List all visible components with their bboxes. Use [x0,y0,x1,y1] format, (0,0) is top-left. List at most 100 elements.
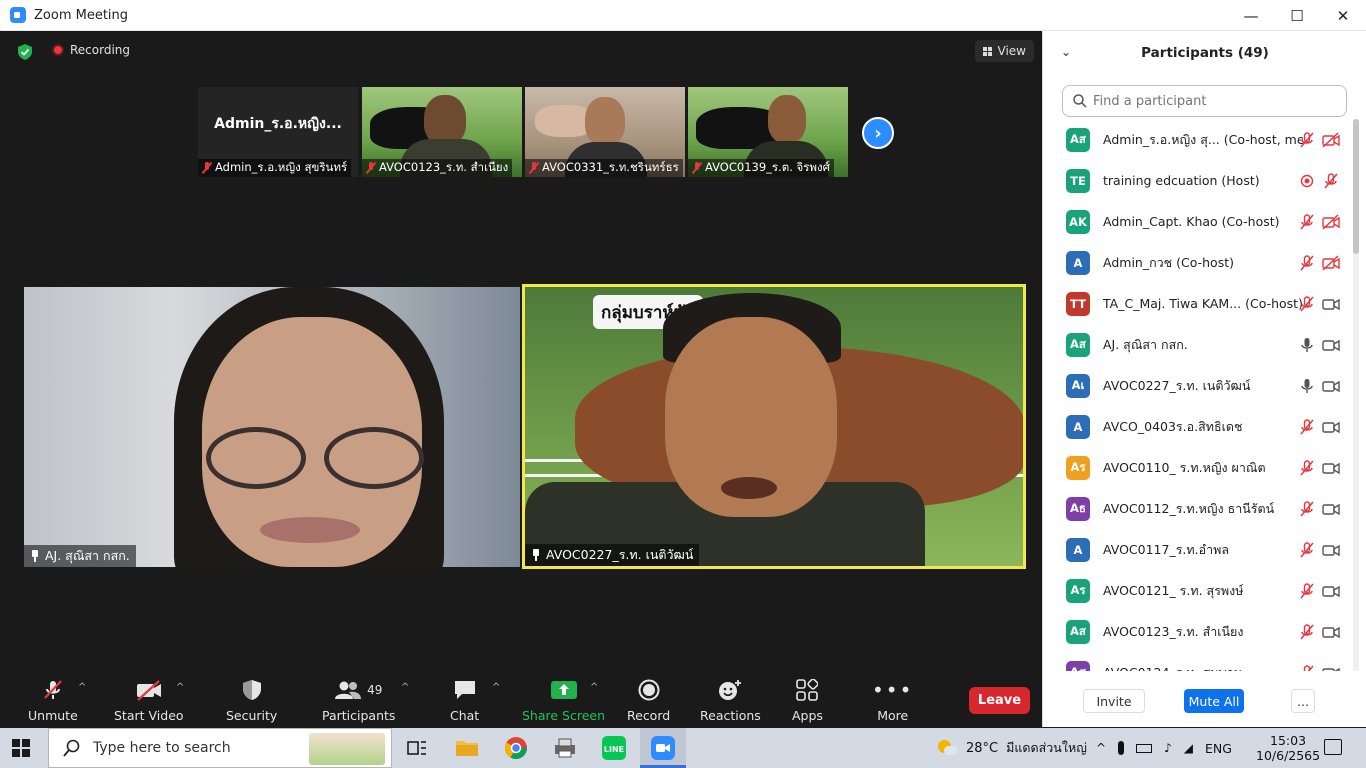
reactions-button[interactable]: Reactions [700,678,761,723]
muted-mic-icon[interactable] [1299,582,1315,599]
printer-app-icon[interactable] [552,736,578,760]
muted-mic-icon[interactable] [1299,623,1315,640]
participant-row[interactable]: Aเ AVOC0227_ร.ท. เนติวัฒน์ [1043,365,1355,406]
participant-row[interactable]: A Admin_กวช (Co-host) [1043,242,1355,283]
show-hidden-icons-caret-icon[interactable]: ^ [1096,741,1106,755]
chat-options-caret-icon[interactable]: ^ [492,682,500,693]
muted-mic-icon[interactable] [1299,295,1315,312]
volume-icon[interactable]: ♪ [1164,741,1172,755]
camera-icon[interactable] [1322,583,1340,599]
participant-avatar: Aส [1066,619,1090,644]
file-explorer-icon[interactable] [454,736,480,760]
participant-avatar: Aส [1066,332,1090,357]
encryption-shield-icon[interactable] [18,44,32,60]
participant-search-input[interactable] [1093,93,1333,109]
leave-button[interactable]: Leave [969,687,1030,714]
participant-avatar: AK [1066,209,1090,234]
chrome-icon[interactable] [503,736,529,760]
battery-icon[interactable] [1136,743,1153,753]
taskbar-clock[interactable]: 15:03 10/6/2565 [1256,728,1320,768]
line-app-icon[interactable]: LINE [601,736,627,760]
participant-row[interactable]: Aส AJ. สุณิสา กสก. [1043,324,1355,365]
muted-mic-icon[interactable] [1299,418,1315,435]
unmute-button[interactable]: Unmute [28,678,78,723]
muted-mic-icon[interactable] [1322,172,1340,189]
video-tile[interactable]: AJ. สุณิสา กสก. [24,287,520,567]
language-indicator[interactable]: ENG [1205,741,1232,756]
microphone-icon[interactable] [1118,741,1125,755]
participant-row[interactable]: Aร AVOC0121_ ร.ท. สุรพงษ์ [1043,570,1355,611]
camera-off-icon[interactable] [1322,213,1340,230]
collapse-chevron-icon[interactable]: ⌄ [1061,45,1071,59]
record-icon [638,678,660,702]
apps-button[interactable]: Apps [792,678,823,723]
camera-off-icon[interactable] [1322,254,1340,271]
participant-row[interactable]: Aส Admin_ร.อ.หญิง สุ... (Co-host, me) [1043,119,1355,160]
chat-button[interactable]: Chat [450,678,479,723]
zoom-taskbar-button[interactable] [640,728,686,768]
muted-mic-icon[interactable] [1299,500,1315,517]
maximize-button[interactable]: ☐ [1274,0,1320,31]
participant-row[interactable]: Aร AVOC0110_ ร.ท.หญิง ผาณิต [1043,447,1355,488]
recording-icon[interactable] [1299,173,1315,189]
participant-row[interactable]: Aส AVOC0123_ร.ท. สำเนียง [1043,611,1355,652]
muted-mic-icon[interactable] [1299,254,1315,271]
participant-row[interactable]: TE training edcuation (Host) [1043,160,1355,201]
thumbnail-video[interactable]: AVOC0331_ร.ท.ชรินทร์ธร [525,87,685,177]
minimize-button[interactable]: — [1228,0,1274,31]
thumbnail-video[interactable]: Admin_ร.อ.หญิง... Admin_ร.อ.หญิง สุขรินท… [198,87,358,177]
windows-start-icon[interactable] [12,739,30,757]
participants-button[interactable]: 49 Participants [322,678,395,723]
camera-icon[interactable] [1322,419,1340,435]
participant-row[interactable]: Aส AVOC0124_ร.ท. สมพาน [1043,652,1355,671]
camera-icon[interactable] [1322,501,1340,517]
invite-button[interactable]: Invite [1083,689,1145,713]
camera-icon[interactable] [1322,542,1340,558]
weather-widget[interactable]: 28°C มีแดดส่วนใหญ่ [938,728,1087,768]
thumbnail-video[interactable]: AVOC0139_ร.ต. จิรพงศ์ [688,87,848,177]
start-video-button[interactable]: Start Video [114,678,184,723]
recording-indicator[interactable]: Recording [44,39,138,61]
panel-more-button[interactable]: ... [1291,689,1315,713]
camera-icon[interactable] [1322,378,1340,394]
muted-mic-icon[interactable] [1299,213,1315,230]
participant-row[interactable]: AK Admin_Capt. Khao (Co-host) [1043,201,1355,242]
mic-icon[interactable] [1299,337,1315,353]
notifications-icon[interactable] [1324,739,1342,755]
mute-all-button[interactable]: Mute All [1184,689,1244,713]
active-speaker-tile[interactable]: กลุ่มบราห์มัน AVOC0227_ร.ท. เนติวัฒน์ [522,284,1026,569]
muted-mic-icon[interactable] [1299,541,1315,558]
participant-avatar: Aธ [1066,496,1090,521]
camera-icon[interactable] [1322,624,1340,640]
network-icon[interactable]: ◢ [1184,741,1193,755]
participant-row[interactable]: TT TA_C_Maj. Tiwa KAM... (Co-host) [1043,283,1355,324]
taskbar-search-box[interactable]: Type here to search [48,728,392,768]
participants-options-caret-icon[interactable]: ^ [401,682,409,693]
camera-off-icon[interactable] [1322,131,1340,148]
next-page-arrow-icon[interactable]: › [862,117,894,149]
share-options-caret-icon[interactable]: ^ [590,682,598,693]
record-button[interactable]: Record [627,678,670,723]
camera-icon[interactable] [1322,460,1340,476]
spotlight-pin-icon [531,549,541,561]
video-options-caret-icon[interactable]: ^ [176,682,184,693]
close-button[interactable]: ✕ [1320,0,1366,31]
participant-search[interactable] [1062,85,1347,117]
muted-mic-icon[interactable] [1299,131,1315,148]
more-button[interactable]: ••• More [872,678,913,723]
participant-list-scrollbar[interactable] [1353,119,1359,671]
thumbnail-video[interactable]: AVOC0123_ร.ท. สำเนียง [362,87,522,177]
participant-row[interactable]: A AVOC0117_ร.ท.อำพล [1043,529,1355,570]
audio-options-caret-icon[interactable]: ^ [78,682,86,693]
task-view-icon[interactable] [404,736,430,760]
camera-icon[interactable] [1322,337,1340,353]
view-button[interactable]: View [974,40,1034,62]
mic-icon[interactable] [1299,378,1315,394]
participant-row[interactable]: A AVCO_0403ร.อ.สิทธิเดช [1043,406,1355,447]
thumbnail-name: AVOC0331_ร.ท.ชรินทร์ธร [542,160,679,174]
camera-icon[interactable] [1322,296,1340,312]
video-tile-nametag: AVOC0227_ร.ท. เนติวัฒน์ [525,544,700,566]
security-button[interactable]: Security [226,678,277,723]
participant-row[interactable]: Aธ AVOC0112_ร.ท.หญิง ธานีรัตน์ [1043,488,1355,529]
muted-mic-icon[interactable] [1299,459,1315,476]
